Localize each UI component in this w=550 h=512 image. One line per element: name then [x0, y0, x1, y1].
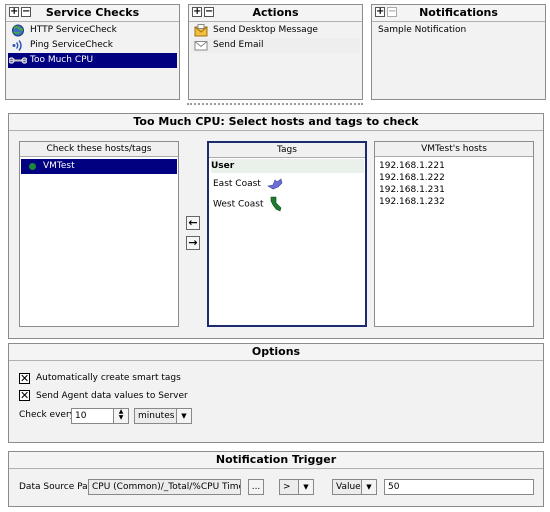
add-service-check-button[interactable]: + [9, 7, 19, 17]
threshold-input[interactable]: 50 [384, 479, 534, 495]
mode-select[interactable]: Value ▼ [332, 479, 377, 495]
desktop-message-icon [194, 24, 208, 37]
notification-label: Sample Notification [378, 25, 467, 35]
service-check-label: HTTP ServiceCheck [30, 25, 117, 35]
service-checks-panel: + − Service Checks HTTP ServiceCheck Pin… [5, 4, 180, 100]
vm-hosts-list[interactable]: VMTest's hosts 192.168.1.221 192.168.1.2… [374, 141, 534, 327]
service-checks-title: Service Checks [45, 6, 140, 19]
check-every-value: 10 [75, 411, 87, 421]
service-checks-header: + − Service Checks [6, 5, 179, 22]
hosts-list[interactable]: Check these hosts/tags VMTest [19, 141, 179, 327]
service-check-label: Ping ServiceCheck [30, 40, 113, 50]
chevron-down-icon[interactable]: ▼ [298, 480, 313, 494]
host-label: VMTest [43, 161, 75, 171]
tag-item-user[interactable]: User [211, 159, 364, 173]
tag-item-east-coast[interactable]: East Coast [213, 177, 283, 191]
service-check-http[interactable]: HTTP ServiceCheck [8, 23, 177, 38]
check-every-label: Check every [19, 410, 75, 420]
add-notification-button[interactable]: + [375, 7, 385, 17]
selection-panel: Too Much CPU: Select hosts and tags to c… [8, 113, 544, 339]
actions-title: Actions [252, 6, 299, 19]
move-left-button[interactable]: ← [186, 216, 200, 230]
stepper-arrows-icon[interactable]: ▲ ▼ [113, 409, 128, 423]
host-status-dot-icon [29, 163, 36, 170]
smart-tags-checkbox[interactable]: ✕ [19, 373, 30, 384]
panel-splitter[interactable] [187, 103, 363, 105]
action-label: Send Desktop Message [213, 25, 318, 35]
mode-value: Value [336, 482, 361, 492]
notifications-header: + − Notifications [372, 5, 545, 22]
data-source-label: Data Source Path [19, 482, 97, 492]
vm-host-ip[interactable]: 192.168.1.232 [379, 195, 445, 209]
smart-tags-label: Automatically create smart tags [36, 373, 181, 383]
map-state-icon [266, 177, 283, 189]
host-item-vmtest[interactable]: VMTest [21, 159, 177, 174]
remove-action-button[interactable]: − [204, 7, 214, 17]
vm-hosts-column-header: VMTest's hosts [375, 142, 533, 157]
interval-unit-value: minutes [138, 411, 175, 421]
chevron-down-icon[interactable]: ▼ [176, 409, 191, 423]
globe-icon [12, 24, 24, 37]
options-header: Options [9, 344, 543, 361]
tag-label: User [211, 161, 235, 171]
trigger-title: Notification Trigger [215, 453, 337, 466]
remove-service-check-button[interactable]: − [21, 7, 31, 17]
tags-list[interactable]: Tags User East Coast West Coast [207, 141, 367, 327]
move-right-button[interactable]: → [186, 236, 200, 250]
agent-data-checkbox[interactable]: ✕ [19, 390, 30, 401]
options-title: Options [251, 345, 301, 358]
operator-value: > [283, 482, 291, 492]
hosts-column-header: Check these hosts/tags [20, 142, 178, 157]
selection-header: Too Much CPU: Select hosts and tags to c… [9, 114, 543, 131]
tags-column-header: Tags [209, 143, 365, 158]
service-check-ping[interactable]: Ping ServiceCheck [8, 38, 177, 53]
actions-panel: + − Actions Send Desktop Message Send Em… [188, 4, 363, 100]
notification-item[interactable]: Sample Notification [374, 23, 543, 38]
selection-title: Too Much CPU: Select hosts and tags to c… [133, 115, 419, 128]
wrench-icon [9, 57, 27, 64]
trigger-panel: Notification Trigger Data Source Path CP… [8, 451, 544, 507]
service-check-too-much-cpu[interactable]: Too Much CPU [8, 53, 177, 68]
email-icon [194, 41, 208, 51]
action-label: Send Email [213, 40, 264, 50]
action-send-email[interactable]: Send Email [191, 38, 360, 53]
operator-select[interactable]: > ▼ [279, 479, 314, 495]
tag-label: West Coast [213, 199, 264, 210]
tag-label: East Coast [213, 179, 261, 189]
data-source-field[interactable]: CPU (Common)/_Total/%CPU Time [88, 479, 241, 495]
check-every-stepper[interactable]: 10 ▲ ▼ [71, 408, 129, 424]
browse-button[interactable]: ... [248, 479, 264, 495]
actions-header: + − Actions [189, 5, 362, 22]
tag-item-west-coast[interactable]: West Coast [213, 196, 283, 212]
options-panel: Options ✕ Automatically create smart tag… [8, 343, 544, 443]
remove-notification-button[interactable]: − [387, 7, 397, 17]
trigger-header: Notification Trigger [9, 452, 543, 469]
add-action-button[interactable]: + [192, 7, 202, 17]
action-send-desktop-message[interactable]: Send Desktop Message [191, 23, 360, 38]
ping-waves-icon [12, 40, 22, 51]
interval-unit-select[interactable]: minutes ▼ [134, 408, 192, 424]
agent-data-label: Send Agent data values to Server [36, 391, 188, 401]
service-check-label: Too Much CPU [30, 55, 94, 65]
map-state-icon [271, 196, 282, 212]
chevron-down-icon[interactable]: ▼ [361, 480, 376, 494]
notifications-panel: + − Notifications Sample Notification [371, 4, 546, 100]
notifications-title: Notifications [419, 6, 498, 19]
